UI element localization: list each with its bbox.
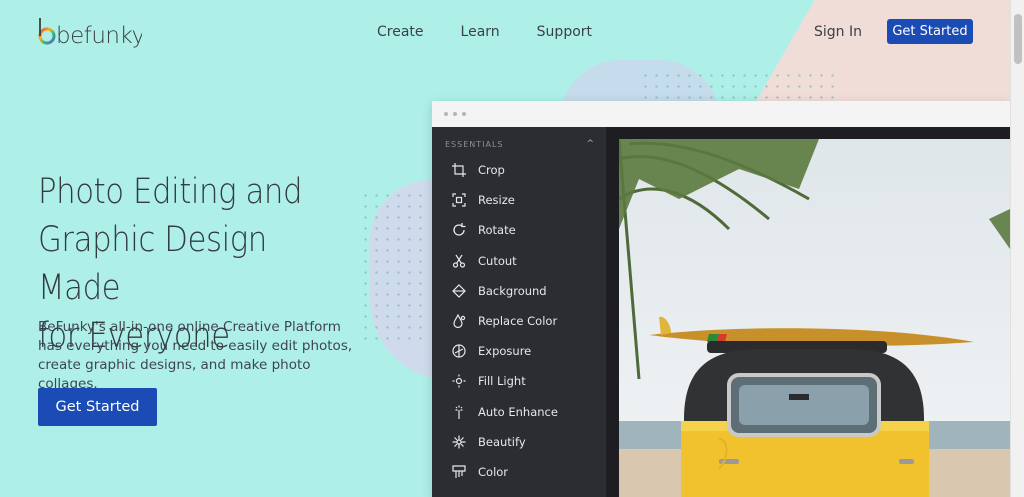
nav-learn[interactable]: Learn (461, 24, 500, 40)
tool-cutout[interactable]: Cutout (432, 246, 606, 276)
window-dot-icon (453, 112, 457, 116)
editor-mockup: ESSENTIALS ^ Crop Resize Rotate Cutout B… (432, 101, 1010, 497)
crop-icon (452, 163, 466, 178)
tool-crop[interactable]: Crop (432, 155, 606, 185)
hero-get-started-button[interactable]: Get Started (38, 388, 157, 426)
tool-rotate[interactable]: Rotate (432, 215, 606, 245)
sun-icon (452, 374, 466, 388)
nav-support[interactable]: Support (537, 24, 592, 40)
window-titlebar (432, 101, 1010, 127)
section-header[interactable]: ESSENTIALS ^ (445, 139, 595, 149)
background-dots-left (360, 190, 430, 340)
main-nav: Create Learn Support (377, 24, 629, 40)
exposure-icon (452, 344, 466, 358)
tool-exposure[interactable]: Exposure (432, 336, 606, 366)
tool-replace-color[interactable]: Replace Color (432, 306, 606, 336)
tool-label: Color (478, 464, 509, 479)
header-get-started-button[interactable]: Get Started (887, 19, 973, 44)
tool-label: Exposure (478, 344, 532, 359)
chevron-up-icon: ^ (586, 139, 595, 149)
sparkle-icon (452, 435, 466, 449)
beach-van-image (619, 139, 1010, 497)
tool-background[interactable]: Background (432, 276, 606, 306)
hero-title-line-1: Photo Editing and (38, 172, 303, 212)
hero-title-line-2: Graphic Design Made (38, 220, 267, 308)
color-icon (452, 465, 466, 479)
tool-menu: Crop Resize Rotate Cutout Background Rep… (432, 155, 606, 487)
tool-resize[interactable]: Resize (432, 185, 606, 215)
window-dot-icon (444, 112, 448, 116)
background-icon (452, 283, 466, 298)
tool-label: Crop (478, 163, 505, 178)
scissors-icon (452, 254, 466, 268)
tool-beautify[interactable]: Beautify (432, 427, 606, 457)
resize-icon (452, 193, 466, 207)
hero-subtitle: BeFunky's all-in-one online Creative Pla… (38, 319, 353, 392)
tool-label: Cutout (478, 253, 517, 268)
tool-label: Rotate (478, 223, 516, 238)
befunky-logo[interactable]: befunky (38, 14, 142, 50)
tool-fill-light[interactable]: Fill Light (432, 366, 606, 396)
nav-create[interactable]: Create (377, 24, 424, 40)
tool-color[interactable]: Color (432, 457, 606, 487)
logo-graphic: befunky (38, 18, 142, 49)
editor-sidebar: ESSENTIALS ^ Crop Resize Rotate Cutout B… (432, 127, 606, 497)
droplet-icon (452, 314, 466, 329)
tool-label: Replace Color (478, 314, 558, 329)
window-dot-icon (462, 112, 466, 116)
tool-label: Beautify (478, 434, 526, 449)
tool-label: Auto Enhance (478, 404, 558, 419)
tool-label: Fill Light (478, 374, 526, 389)
magic-wand-icon (452, 405, 466, 419)
scrollbar-thumb[interactable] (1014, 14, 1022, 64)
page-scrollbar[interactable] (1010, 0, 1024, 497)
logo-text: befunky (56, 23, 142, 49)
tool-label: Background (478, 283, 547, 298)
section-label: ESSENTIALS (445, 140, 504, 149)
tool-auto-enhance[interactable]: Auto Enhance (432, 397, 606, 427)
tool-label: Resize (478, 193, 515, 208)
sign-in-link[interactable]: Sign In (814, 24, 862, 40)
rotate-icon (452, 223, 466, 237)
canvas-photo[interactable] (619, 139, 1010, 497)
editor-body: ESSENTIALS ^ Crop Resize Rotate Cutout B… (432, 127, 1010, 497)
